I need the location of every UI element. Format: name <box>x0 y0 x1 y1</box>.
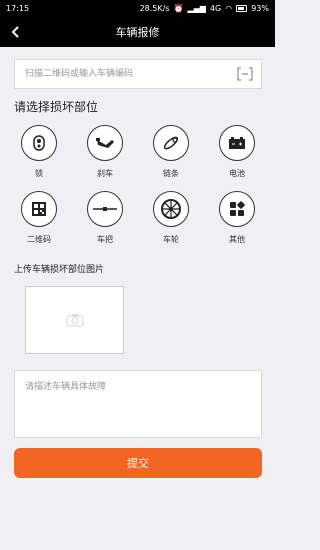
battery-icon <box>229 137 245 149</box>
qrcode-icon <box>32 202 46 216</box>
part-chain[interactable]: 链条 <box>146 125 196 179</box>
fault-description-input[interactable] <box>25 379 251 429</box>
back-arrow-icon[interactable] <box>8 24 24 40</box>
upload-title: 上传车辆损坏部位图片 <box>14 265 105 275</box>
wifi-icon: ◠ <box>225 4 233 13</box>
part-label: 链条 <box>163 169 179 178</box>
status-right: 28.5K/s ⏰ ▂▄▆ 4G ◠ 93% <box>140 4 269 13</box>
chain-icon <box>163 136 179 150</box>
part-qrcode[interactable]: 二维码 <box>14 191 64 245</box>
part-label: 刹车 <box>97 169 113 178</box>
part-brake-button[interactable] <box>87 125 123 161</box>
part-label: 车把 <box>97 235 113 244</box>
bike-code-input[interactable] <box>23 68 237 80</box>
network-type: 4G <box>209 4 222 13</box>
signal-icon: ▂▄▆ <box>187 4 206 13</box>
brake-icon <box>96 138 114 148</box>
part-battery-button[interactable] <box>219 125 255 161</box>
fault-description-box[interactable] <box>14 370 262 438</box>
part-label: 车轮 <box>163 235 179 244</box>
part-label: 锁 <box>35 169 43 178</box>
title-bar: 车辆报修 <box>0 17 275 47</box>
upload-photo-box[interactable] <box>25 286 124 354</box>
part-wheel-button[interactable] <box>153 191 189 227</box>
part-label: 其他 <box>229 235 245 244</box>
part-qrcode-button[interactable] <box>21 191 57 227</box>
part-label: 电池 <box>229 169 245 178</box>
network-speed: 28.5K/s <box>139 4 170 13</box>
alarm-icon: ⏰ <box>173 4 184 13</box>
part-lock[interactable]: 锁 <box>14 125 64 179</box>
part-other[interactable]: 其他 <box>212 191 262 245</box>
page-title: 车辆报修 <box>115 26 160 39</box>
status-time: 17:15 <box>6 4 30 13</box>
camera-icon <box>65 314 84 327</box>
part-brake[interactable]: 刹车 <box>80 125 130 179</box>
scan-field[interactable] <box>14 59 262 89</box>
submit-button[interactable]: 提交 <box>14 448 262 478</box>
scan-icon[interactable] <box>237 67 253 81</box>
battery-percent: 93% <box>251 4 269 13</box>
handlebar-icon <box>93 207 117 211</box>
part-lock-button[interactable] <box>21 125 57 161</box>
battery-status-icon <box>236 5 248 12</box>
lock-icon <box>33 135 45 151</box>
section-title: 请选择损坏部位 <box>14 100 99 114</box>
other-icon <box>230 201 245 216</box>
status-bar: 17:15 28.5K/s ⏰ ▂▄▆ 4G ◠ 93% <box>0 0 275 17</box>
part-other-button[interactable] <box>219 191 255 227</box>
part-handlebar-button[interactable] <box>87 191 123 227</box>
part-battery[interactable]: 电池 <box>212 125 262 179</box>
wheel-icon <box>161 199 181 219</box>
part-chain-button[interactable] <box>153 125 189 161</box>
part-label: 二维码 <box>27 235 51 244</box>
part-handlebar[interactable]: 车把 <box>80 191 130 245</box>
part-wheel[interactable]: 车轮 <box>146 191 196 245</box>
